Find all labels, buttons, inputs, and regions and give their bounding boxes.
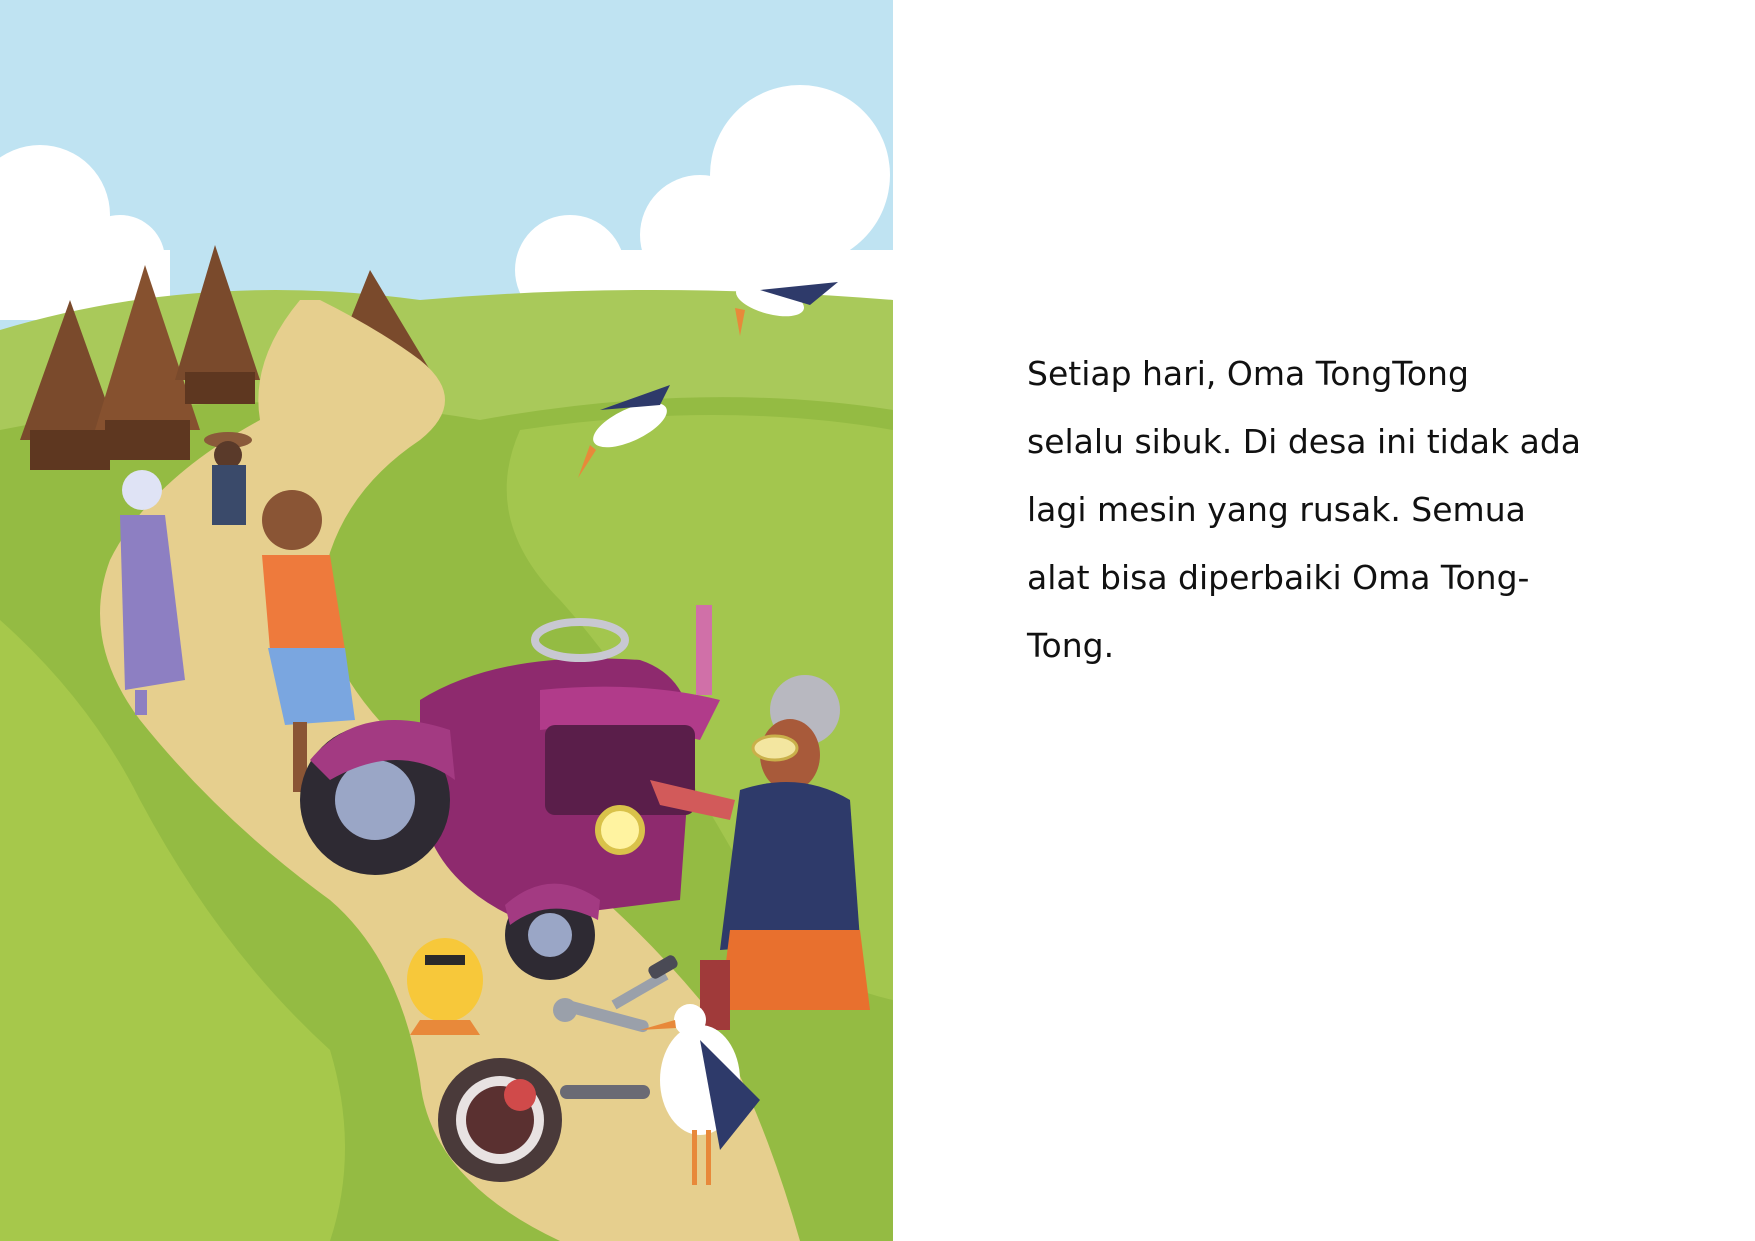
story-illustration: [0, 0, 893, 1241]
story-text-block: Setiap hari, Oma TongTong selalu sibuk. …: [1027, 340, 1647, 680]
village-tractor-scene: [0, 0, 893, 1241]
story-paragraph: Setiap hari, Oma TongTong selalu sibuk. …: [1027, 354, 1582, 665]
